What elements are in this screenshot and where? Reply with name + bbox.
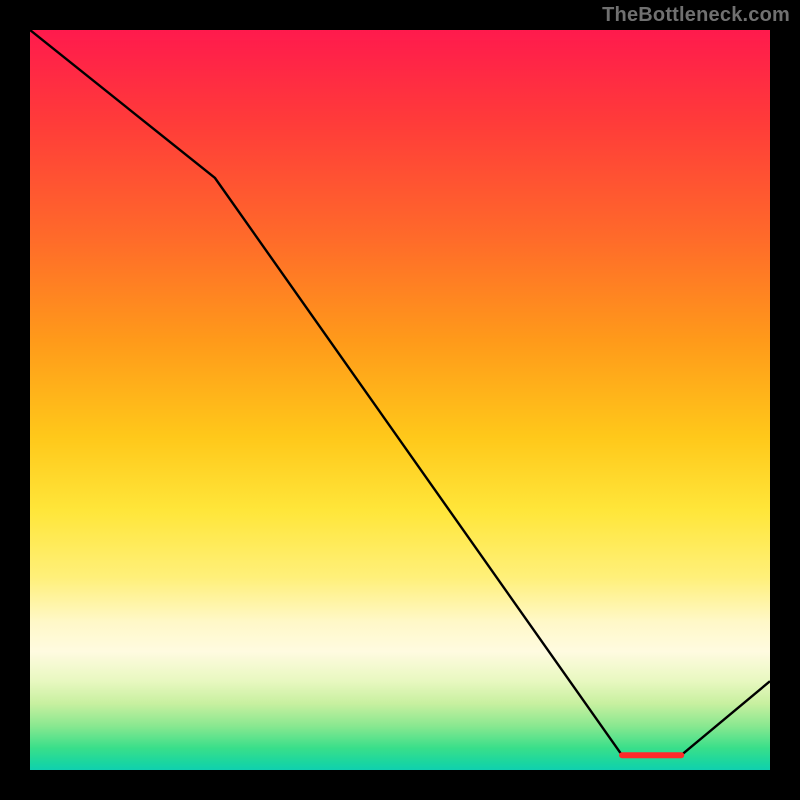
frame-left [0,0,30,800]
frame-right [770,0,800,800]
bottleneck-line-chart [30,30,770,770]
bottleneck-curve-path [30,30,770,755]
frame-bottom [0,770,800,800]
watermark-text: TheBottleneck.com [602,4,790,27]
chart-canvas: TheBottleneck.com [0,0,800,800]
